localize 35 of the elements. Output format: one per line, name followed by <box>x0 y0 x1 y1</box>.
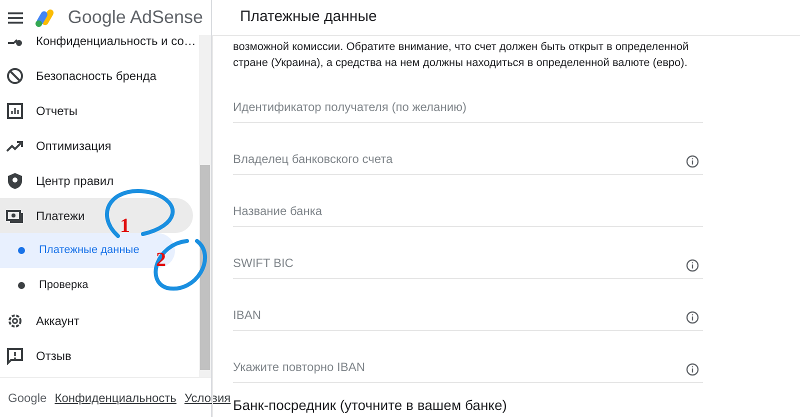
sidebar-item[interactable]: Центр правил <box>0 163 193 198</box>
info-icon[interactable] <box>686 259 699 272</box>
input-field[interactable]: Укажите повторно IBAN <box>233 358 686 376</box>
feedback-icon <box>6 346 24 364</box>
input-field[interactable]: Название банка <box>233 202 699 220</box>
sidebar-item[interactable]: Безопасность бренда <box>0 58 193 93</box>
section-heading: Банк-посредник (уточните в вашем банке) <box>233 396 508 415</box>
sidebar-item[interactable]: Отзыв <box>0 338 193 373</box>
input-field[interactable]: Владелец банковского счета <box>233 150 686 168</box>
footer-brand: Google <box>8 390 47 406</box>
sidebar-item[interactable]: Аккаунт <box>0 303 193 338</box>
sidebar-subitem[interactable]: Проверка <box>0 268 175 303</box>
settings-icon <box>6 312 24 330</box>
bar-chart-icon <box>6 102 24 120</box>
bullet-icon <box>18 282 25 289</box>
sidebar-item[interactable]: Оптимизация <box>0 128 193 163</box>
shield-icon <box>6 172 24 190</box>
input-field[interactable]: SWIFT BIC <box>233 254 686 272</box>
description-text: возможной комиссии. Обратите внимание, что счет должен быть открыт в определенной стране (Украина), а средства на нем должны находиться в определенной валюте (евро). <box>233 40 690 71</box>
footer-link[interactable]: Конфиденциальность <box>54 388 176 406</box>
info-icon[interactable] <box>686 311 699 324</box>
app-name: Google AdSense <box>68 6 203 29</box>
block-icon <box>6 66 24 84</box>
sidebar-item[interactable]: Отчеты <box>0 93 193 128</box>
menu-icon[interactable] <box>8 10 24 24</box>
info-icon[interactable] <box>686 155 699 168</box>
info-icon[interactable] <box>686 363 699 376</box>
input-field[interactable]: Идентификатор получателя (по желанию) <box>233 98 699 116</box>
bullet-icon <box>18 247 25 254</box>
annotation-number: 1 <box>120 216 130 236</box>
sidebar-item[interactable]: Конфиденциальность и со… <box>0 35 193 58</box>
logo-icon <box>35 8 56 28</box>
page-title: Платежные данные <box>240 7 377 28</box>
input-field[interactable]: IBAN <box>233 306 686 324</box>
scrollbar[interactable] <box>199 35 211 377</box>
